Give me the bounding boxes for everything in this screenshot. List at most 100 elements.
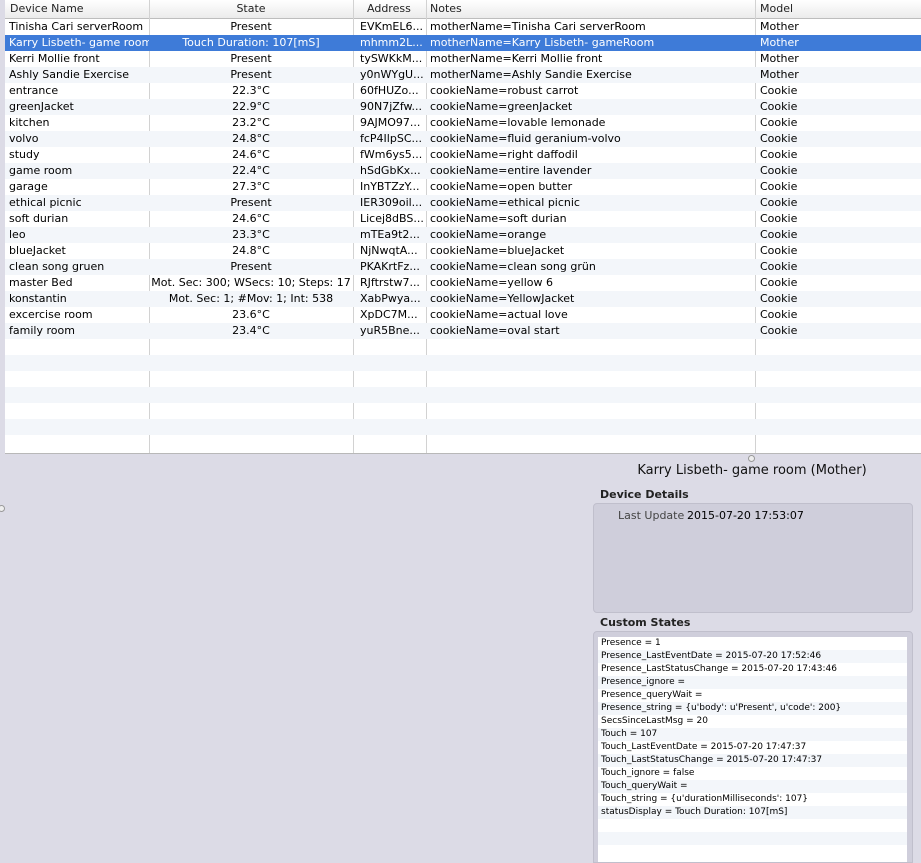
table-row[interactable]: leo 23.3°C mTEa9t2... cookieName=orange Cook… bbox=[5, 227, 921, 243]
table-row[interactable]: excercise room 23.6°C XpDC7M... cookieName=… bbox=[5, 307, 921, 323]
table-row[interactable]: Karry Lisbeth- game room Touch Duration: … bbox=[5, 35, 921, 51]
cell-notes: cookieName=oval start bbox=[430, 324, 560, 337]
cell-notes: cookieName=lovable lemonade bbox=[430, 116, 606, 129]
table-row[interactable]: garage 27.3°C InYBTZzY... cookieName=open b… bbox=[5, 179, 921, 195]
custom-state-item: Presence_string = {u'body': u'Present', … bbox=[598, 702, 907, 715]
cell-notes: cookieName=robust carrot bbox=[430, 84, 579, 97]
cell-notes: cookieName=orange bbox=[430, 228, 547, 241]
cell-address: fWm6ys5... bbox=[360, 148, 423, 161]
cell-device-name: entrance bbox=[9, 84, 59, 97]
cell-address: 90N7jZfw... bbox=[360, 100, 422, 113]
cell-model: Cookie bbox=[760, 164, 798, 177]
cell-address: IER309oil... bbox=[360, 196, 423, 209]
cell-device-name: ethical picnic bbox=[9, 196, 82, 209]
table-row[interactable]: Tinisha Cari serverRoom Present EVKmEL6...… bbox=[5, 19, 921, 35]
cell-address: mhmm2L... bbox=[360, 36, 423, 49]
cell-model: Cookie bbox=[760, 308, 798, 321]
custom-state-item: Touch_string = {u'durationMilliseconds':… bbox=[601, 794, 809, 804]
table-row[interactable]: entrance 22.3°C 60fHUZo... cookieName=robus… bbox=[5, 83, 921, 99]
cell-state: 27.3°C bbox=[232, 180, 270, 193]
custom-state-item: Touch_LastEventDate = 2015-07-20 17:47:3… bbox=[601, 742, 807, 752]
cell-device-name: leo bbox=[9, 228, 26, 241]
custom-states-list[interactable]: Presence = 1 Presence_LastEventDate = 201… bbox=[598, 637, 907, 862]
table-row[interactable]: Kerri Mollie front Present tySWKkM... mothe… bbox=[5, 51, 921, 67]
cell-state: Present bbox=[230, 196, 272, 209]
device-table[interactable]: Device Name State Address Notes Model Ti… bbox=[5, 0, 921, 454]
cell-model: Cookie bbox=[760, 84, 798, 97]
table-row[interactable]: greenJacket 22.9°C 90N7jZfw... cookieName=g… bbox=[5, 99, 921, 115]
table-body: Tinisha Cari serverRoom Present EVKmEL6...… bbox=[5, 19, 921, 451]
column-header-notes[interactable]: Notes bbox=[430, 0, 462, 18]
cell-address: mTEa9t2... bbox=[360, 228, 420, 241]
cell-address: 60fHUZo... bbox=[360, 84, 419, 97]
table-row[interactable]: volvo 24.8°C fcP4IlpSC... cookieName=fluid … bbox=[5, 131, 921, 147]
split-view-handle[interactable] bbox=[748, 455, 755, 462]
cell-model: Cookie bbox=[760, 100, 798, 113]
cell-model: Cookie bbox=[760, 324, 798, 337]
table-row[interactable]: soft durian 24.6°C Licej8dBS... cookieName=… bbox=[5, 211, 921, 227]
cell-device-name: blueJacket bbox=[9, 244, 66, 257]
table-row[interactable]: konstantin Mot. Sec: 1; #Mov: 1; Int: 538… bbox=[5, 291, 921, 307]
table-row[interactable]: clean song gruen Present PKAKrtFz... cookie… bbox=[5, 259, 921, 275]
split-view-handle[interactable] bbox=[0, 505, 5, 512]
cell-notes: motherName=Ashly Sandie Exercise bbox=[430, 68, 632, 81]
cell-state: Present bbox=[230, 260, 272, 273]
cell-device-name: family room bbox=[9, 324, 75, 337]
cell-state: 23.6°C bbox=[232, 308, 270, 321]
cell-address: 9AJMO97... bbox=[360, 116, 421, 129]
cell-address: hSdGbKx... bbox=[360, 164, 421, 177]
empty-table-row bbox=[5, 403, 921, 419]
cell-model: Cookie bbox=[760, 244, 798, 257]
cell-model: Mother bbox=[760, 52, 799, 65]
cell-device-name: game room bbox=[9, 164, 73, 177]
table-row[interactable]: Ashly Sandie Exercise Present y0nWYgU... mo… bbox=[5, 67, 921, 83]
cell-state: Present bbox=[230, 52, 272, 65]
cell-address: NjNwqtA... bbox=[360, 244, 418, 257]
cell-device-name: kitchen bbox=[9, 116, 50, 129]
cell-device-name: Karry Lisbeth- game room bbox=[9, 36, 149, 49]
custom-state-item: Touch_LastStatusChange = 2015-07-20 17:4… bbox=[598, 754, 907, 767]
empty-table-row bbox=[5, 435, 921, 451]
column-header-model[interactable]: Model bbox=[760, 0, 793, 18]
table-row[interactable]: blueJacket 24.8°C NjNwqtA... cookieName=blu… bbox=[5, 243, 921, 259]
last-update-value: 2015-07-20 17:53:07 bbox=[687, 509, 804, 522]
cell-notes: cookieName=actual love bbox=[430, 308, 568, 321]
cell-state: 23.4°C bbox=[232, 324, 270, 337]
selected-device-title: Karry Lisbeth- game room (Mother) bbox=[637, 463, 867, 478]
custom-state-item: Presence_ignore = bbox=[598, 676, 907, 689]
cell-state: Present bbox=[230, 68, 272, 81]
cell-state: 23.2°C bbox=[232, 116, 270, 129]
cell-model: Mother bbox=[760, 36, 799, 49]
table-row[interactable]: ethical picnic Present IER309oil... cookieN… bbox=[5, 195, 921, 211]
cell-device-name: study bbox=[9, 148, 40, 161]
cell-model: Cookie bbox=[760, 228, 798, 241]
table-row[interactable]: family room 23.4°C yuR5Bne... cookieName=ov… bbox=[5, 323, 921, 339]
column-header-state[interactable]: State bbox=[151, 0, 351, 18]
empty-table-row bbox=[5, 419, 921, 435]
cell-state: 24.8°C bbox=[232, 244, 270, 257]
column-header-device-name[interactable]: Device Name bbox=[10, 0, 84, 18]
custom-state-item: Presence_LastStatusChange = 2015-07-20 1… bbox=[601, 664, 837, 674]
cell-address: yuR5Bne... bbox=[360, 324, 420, 337]
column-header-address[interactable]: Address bbox=[367, 0, 411, 18]
custom-states-heading: Custom States bbox=[600, 616, 691, 629]
cell-device-name: excercise room bbox=[9, 308, 93, 321]
cell-device-name: clean song gruen bbox=[9, 260, 105, 273]
cell-state: Mot. Sec: 1; #Mov: 1; Int: 538 bbox=[168, 292, 334, 305]
empty-list-row bbox=[598, 819, 907, 832]
cell-notes: cookieName=YellowJacket bbox=[430, 292, 575, 305]
table-row[interactable]: study 24.6°C fWm6ys5... cookieName=right da… bbox=[5, 147, 921, 163]
table-row[interactable]: kitchen 23.2°C 9AJMO97... cookieName=lovabl… bbox=[5, 115, 921, 131]
cell-device-name: greenJacket bbox=[9, 100, 74, 113]
cell-notes: motherName=Tinisha Cari serverRoom bbox=[430, 20, 646, 33]
table-row[interactable]: game room 22.4°C hSdGbKx... cookieName=enti… bbox=[5, 163, 921, 179]
cell-notes: cookieName=fluid geranium-volvo bbox=[430, 132, 621, 145]
cell-state: 22.3°C bbox=[232, 84, 270, 97]
device-details-heading: Device Details bbox=[600, 488, 689, 501]
cell-model: Mother bbox=[760, 68, 799, 81]
custom-state-item: Touch = 107 bbox=[598, 728, 907, 741]
cell-notes: cookieName=yellow 6 bbox=[430, 276, 553, 289]
table-header: Device Name State Address Notes Model bbox=[5, 0, 921, 19]
table-row[interactable]: master Bed Mot. Sec: 300; WSecs: 10; Step… bbox=[5, 275, 921, 291]
custom-state-item: SecsSinceLastMsg = 20 bbox=[601, 716, 708, 726]
